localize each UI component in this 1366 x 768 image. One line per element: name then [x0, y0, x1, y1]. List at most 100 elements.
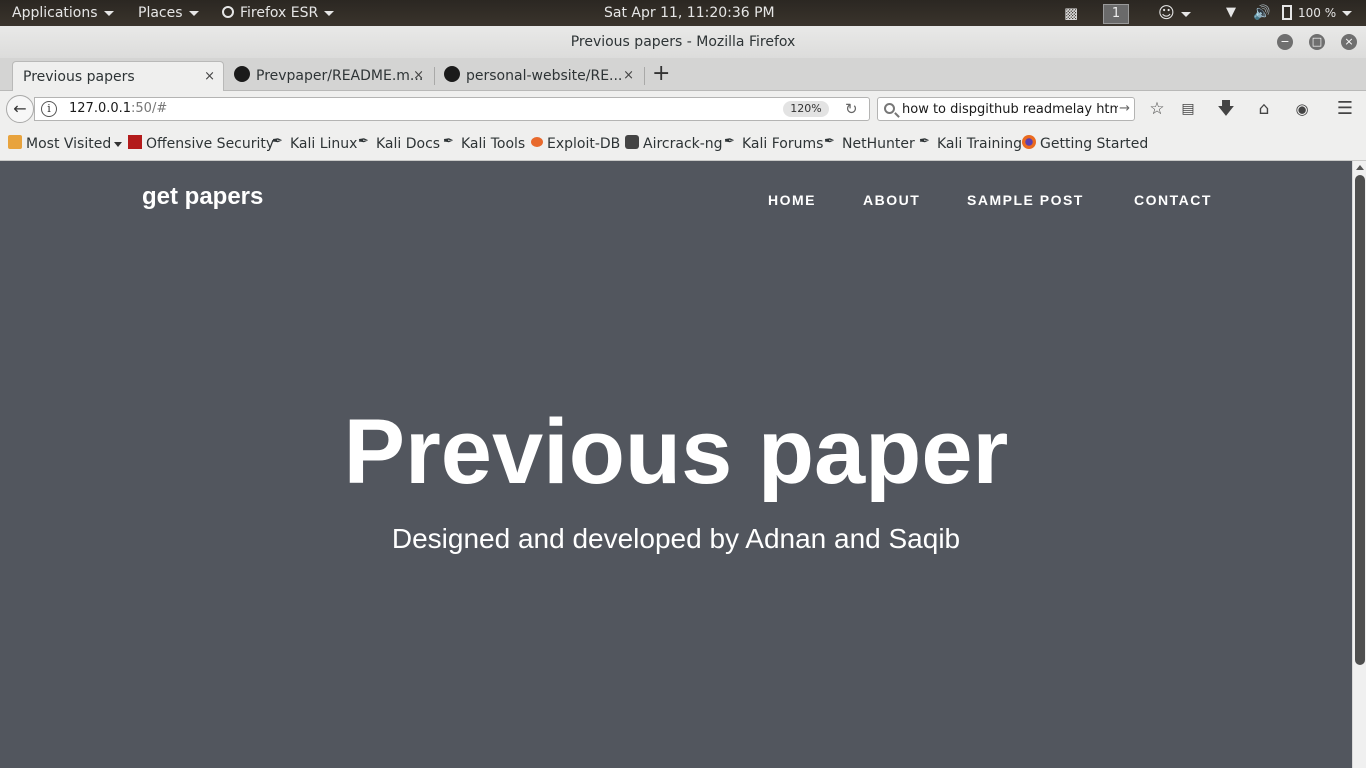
kali-dragon-icon: ✒	[919, 134, 930, 149]
tab-label: Prevpaper/README.m...	[256, 68, 424, 84]
bookmark-label: Kali Tools	[461, 136, 526, 152]
bookmark-label: Aircrack-ng	[643, 136, 723, 152]
places-menu[interactable]: Places	[138, 0, 199, 26]
tab-separator	[644, 67, 645, 85]
bookmark-nethunter[interactable]: ✒ NetHunter	[824, 127, 915, 161]
url-bar[interactable]: i 127.0.0.1:50/# 120% ↻	[34, 97, 870, 121]
bookmark-label: Kali Forums	[742, 136, 824, 152]
minimize-button[interactable]: −	[1277, 34, 1293, 50]
close-icon[interactable]: ×	[623, 61, 634, 91]
bookmark-kali-forums[interactable]: ✒ Kali Forums	[724, 127, 823, 161]
tab-label: personal-website/RE...	[466, 68, 623, 84]
scrollbar-thumb[interactable]	[1355, 175, 1365, 665]
workspace-number: 1	[1103, 4, 1129, 24]
tab-separator	[434, 67, 435, 85]
bookmark-label: Kali Linux	[290, 136, 358, 152]
bookmarks-list-icon[interactable]: ▤	[1178, 99, 1198, 119]
system-top-bar: Applications Places Firefox ESR Sat Apr …	[0, 0, 1366, 26]
bookmark-label: Offensive Security	[146, 136, 275, 152]
search-bar[interactable]: →	[877, 97, 1135, 121]
workspace-indicator[interactable]: 1	[1103, 0, 1129, 26]
hero-title: Previous paper	[343, 401, 1009, 503]
chevron-down-icon	[188, 10, 199, 16]
scroll-up-arrow-icon[interactable]	[1356, 165, 1364, 170]
folder-icon	[8, 135, 22, 149]
hamburger-menu-icon[interactable]: ☰	[1335, 99, 1355, 119]
search-icon	[884, 103, 895, 114]
clock-text: Sat Apr 11, 11:20:36 PM	[604, 5, 775, 21]
downloads-icon[interactable]: 🡇	[1216, 99, 1236, 119]
zoom-indicator[interactable]: 120%	[783, 101, 829, 117]
kali-dragon-icon: ✒	[358, 134, 369, 149]
bookmark-aircrack-ng[interactable]: Aircrack-ng	[625, 127, 723, 161]
clock[interactable]: Sat Apr 11, 11:20:36 PM	[604, 0, 775, 26]
github-icon	[444, 66, 460, 82]
bookmark-offensive-security[interactable]: Offensive Security	[128, 127, 274, 161]
window-title: Previous papers - Mozilla Firefox	[570, 34, 796, 50]
tab-personal-website-readme[interactable]: personal-website/RE... ×	[436, 61, 642, 91]
app-menu[interactable]: Firefox ESR	[222, 0, 335, 26]
nav-link-sample-post[interactable]: SAMPLE POST	[967, 192, 1084, 208]
aircrack-icon	[625, 135, 639, 149]
search-go-icon[interactable]: →	[1119, 98, 1130, 120]
bookmark-kali-linux[interactable]: ✒ Kali Linux	[272, 127, 357, 161]
tab-prevpaper-readme[interactable]: Prevpaper/README.m... ×	[226, 61, 432, 91]
battery-level: 100 %	[1298, 6, 1337, 20]
bookmark-getting-started[interactable]: Getting Started	[1022, 127, 1148, 161]
home-icon[interactable]: ⌂	[1254, 99, 1274, 119]
pocket-icon[interactable]: ◉	[1292, 99, 1312, 119]
kali-dragon-icon: ✒	[272, 134, 283, 149]
maximize-button[interactable]: □	[1309, 34, 1325, 50]
tab-previous-papers[interactable]: Previous papers ×	[12, 61, 224, 91]
github-icon	[234, 66, 250, 82]
accessibility-icon: ☺	[1158, 3, 1175, 22]
bookmark-label: Getting Started	[1040, 136, 1149, 152]
new-tab-button[interactable]: +	[652, 60, 670, 88]
window-title-bar: Previous papers - Mozilla Firefox − □ ×	[0, 26, 1366, 58]
back-arrow-icon: ←	[13, 99, 27, 118]
bookmark-label: Kali Docs	[376, 136, 441, 152]
reload-icon[interactable]: ↻	[845, 98, 858, 120]
bookmark-exploit-db[interactable]: Exploit-DB	[531, 127, 620, 161]
back-button[interactable]: ←	[6, 95, 34, 123]
close-window-button[interactable]: ×	[1341, 34, 1357, 50]
page-scrollbar[interactable]	[1352, 161, 1366, 768]
chevron-down-icon	[1180, 11, 1191, 17]
applications-menu-label: Applications	[12, 5, 98, 21]
navigation-toolbar: i 127.0.0.1:50/# 120% ↻ ← → ☆ ▤ 🡇 ⌂ ◉ ☰	[0, 91, 1366, 127]
bookmark-kali-docs[interactable]: ✒ Kali Docs	[358, 127, 440, 161]
bookmark-label: Kali Training	[937, 136, 1022, 152]
battery-icon	[1282, 4, 1292, 20]
applications-menu[interactable]: Applications	[12, 0, 114, 26]
app-menu-label: Firefox ESR	[240, 5, 319, 21]
chevron-down-icon	[114, 141, 123, 147]
bookmarks-toolbar: Most Visited Offensive Security ✒ Kali Li…	[0, 127, 1366, 161]
bookmark-star-icon[interactable]: ☆	[1147, 99, 1167, 119]
close-icon[interactable]: ×	[413, 61, 424, 91]
bookmark-label: NetHunter	[842, 136, 915, 152]
url-path: :50/#	[131, 101, 168, 116]
wifi-icon[interactable]: ▼	[1226, 0, 1236, 26]
close-icon[interactable]: ×	[204, 62, 215, 92]
nav-link-home[interactable]: HOME	[768, 192, 816, 208]
chevron-down-icon	[324, 10, 335, 16]
url-text[interactable]: 127.0.0.1:50/#	[69, 98, 167, 120]
places-menu-label: Places	[138, 5, 183, 21]
kali-dragon-icon: ✒	[443, 134, 454, 149]
accessibility-menu[interactable]: ☺	[1158, 0, 1191, 26]
search-input[interactable]	[902, 99, 1118, 119]
volume-icon[interactable]: 🔊	[1253, 0, 1270, 26]
bookmark-kali-training[interactable]: ✒ Kali Training	[919, 127, 1022, 161]
firefox-icon	[1022, 135, 1036, 149]
site-brand[interactable]: get papers	[142, 183, 263, 211]
chevron-down-icon	[1342, 10, 1353, 16]
chevron-down-icon	[103, 10, 114, 16]
nav-link-contact[interactable]: CONTACT	[1134, 192, 1212, 208]
video-icon[interactable]: ▩	[1064, 0, 1078, 26]
nav-link-about[interactable]: ABOUT	[863, 192, 920, 208]
battery-menu[interactable]: 100 %	[1282, 0, 1353, 26]
bookmark-kali-tools[interactable]: ✒ Kali Tools	[443, 127, 525, 161]
kali-dragon-icon: ✒	[724, 134, 735, 149]
site-info-icon[interactable]: i	[41, 101, 57, 117]
bookmark-most-visited[interactable]: Most Visited	[8, 127, 123, 161]
